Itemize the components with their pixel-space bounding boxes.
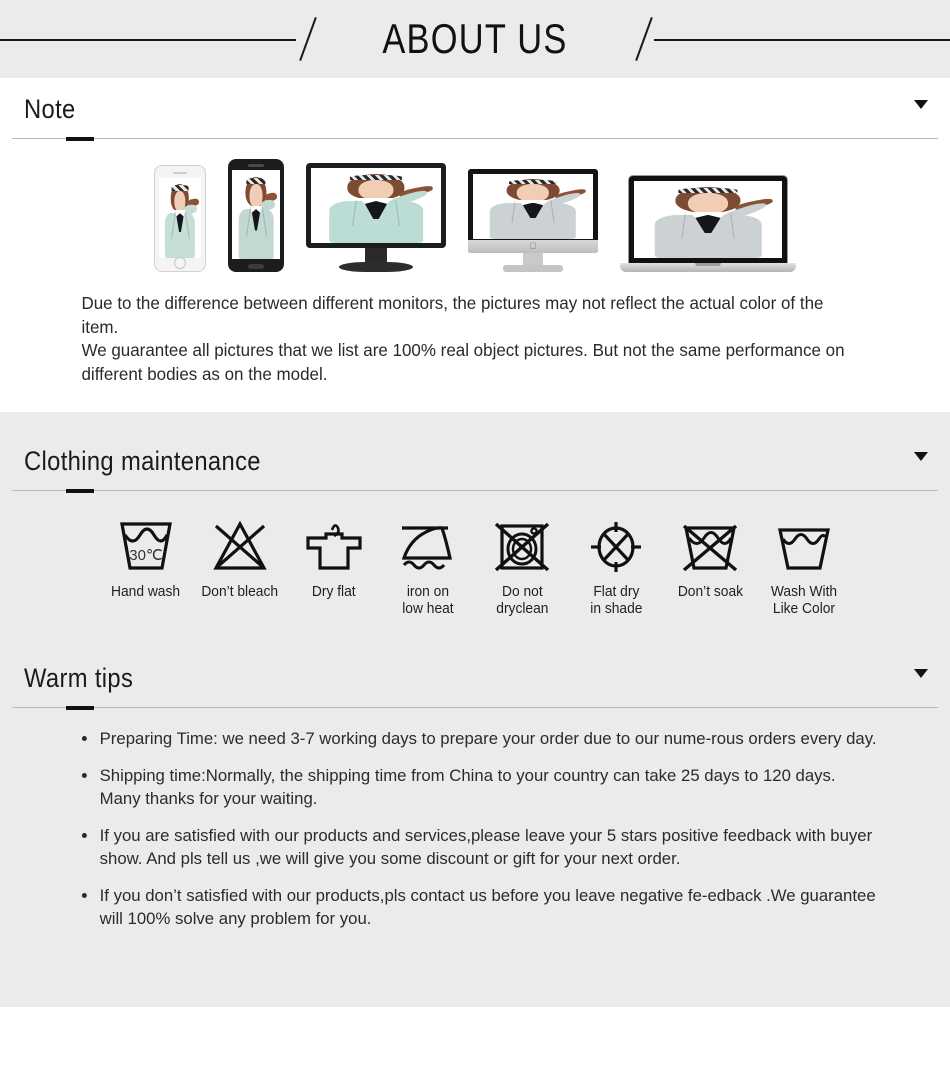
care-item: 30℃ Hand wash [100,518,192,600]
section-divider-note [12,137,938,142]
do-not-dryclean-icon [494,522,550,572]
section-header-clothing-maintenance[interactable]: Clothing maintenance [0,430,950,486]
hand-wash-icon: 30℃ [120,522,172,570]
care-label: Dry flat [312,583,356,600]
chevron-down-icon[interactable] [914,669,928,678]
monitor-stand-base [339,262,413,272]
care-label: Don’t bleach [201,583,279,600]
care-symbol-row: 30℃ Hand wash Don’t bleach Dry flat iron… [0,494,950,647]
model-photo [473,174,593,239]
care-label: Wash With Like Color [770,583,838,617]
list-item: If you don’t satisfied with our products… [76,884,878,931]
do-not-bleach-icon [213,520,267,570]
section-header-warm-tips[interactable]: Warm tips [0,647,950,703]
section-title-note: Note [24,94,76,124]
care-item: Wash With Like Color [758,518,850,617]
do-not-soak-icon [682,524,738,572]
wash-like-color-icon [778,528,830,570]
macbook-mockup [620,175,796,272]
desktop-monitor-mockup [306,163,446,272]
banner-rule-left [0,39,297,41]
monitor-stand-neck [365,248,387,262]
section-header-note[interactable]: Note [0,78,950,134]
note-paragraph-1: Due to the difference between different … [81,293,824,337]
dry-flat-icon [306,524,362,570]
svg-text:30℃: 30℃ [129,547,163,564]
warm-tips-list: Preparing Time: we need 3-7 working days… [0,711,950,984]
macbook-screen [634,181,782,258]
banner-slash-right [630,16,656,62]
list-item: Preparing Time: we need 3-7 working days… [76,727,878,751]
model-photo [634,181,782,258]
iron-low-heat-icon [401,526,452,570]
list-item: Shipping time:Normally, the shipping tim… [76,764,878,811]
imac-mockup:  [468,169,598,272]
android-phone-mockup [228,159,284,272]
android-speaker [248,164,264,167]
imac-stand-neck [523,253,543,265]
imac-bezel:  [468,169,598,253]
iphone-mockup [154,165,206,272]
note-paragraph-2: We guarantee all pictures that we list a… [81,340,845,384]
model-photo [232,170,280,259]
monitor-screen [311,168,441,243]
monitor-bezel [306,163,446,248]
section-divider-clothing-maintenance [12,489,938,494]
imac-screen [473,174,593,239]
page-title: ABOUT US [382,15,568,62]
apple-logo-icon:  [530,242,537,251]
care-item: Do not dryclean [476,518,568,617]
page-banner: ABOUT US [0,0,950,78]
iphone-speaker [173,172,187,174]
device-mockup-row:  [0,142,950,282]
iphone-screen [159,178,201,258]
banner-slash-left [294,16,320,62]
list-item: If you are satisfied with our products a… [76,824,878,871]
care-item: Don’t bleach [194,518,286,600]
care-item: Don’t soak [664,518,756,600]
macbook-notch [695,263,721,266]
about-us-page: ABOUT US Note Due to the difference betw… [0,0,950,1073]
section-divider-warm-tips [12,706,938,711]
imac-chin:  [468,240,598,253]
chevron-down-icon[interactable] [914,452,928,461]
section-clothing-maintenance: Clothing maintenance 30℃ Hand wash Don’t… [0,412,950,647]
note-body: Due to the difference between different … [0,282,922,412]
care-item: Dry flat [288,518,380,600]
model-photo [311,168,441,243]
care-label: Don’t soak [677,583,743,600]
macbook-base [620,263,796,272]
chevron-down-icon[interactable] [914,100,928,109]
banner-rule-right [653,39,950,41]
care-label: iron on low heat [402,583,454,617]
section-warm-tips: Warm tips Preparing Time: we need 3-7 wo… [0,647,950,1007]
care-item: iron on low heat [382,518,474,617]
android-screen [232,170,280,259]
macbook-bezel [628,175,788,263]
care-item: Flat dry in shade [570,518,662,617]
section-note: Note Due to the difference between diffe… [0,78,950,412]
flat-dry-shade-icon [591,522,641,572]
imac-stand-base [503,265,563,272]
care-label: Do not dryclean [495,583,549,617]
care-label: Hand wash [111,583,181,600]
section-title-warm-tips: Warm tips [24,663,134,693]
section-title-clothing-maintenance: Clothing maintenance [24,446,261,476]
care-label: Flat dry in shade [589,583,643,617]
model-photo [159,178,201,258]
